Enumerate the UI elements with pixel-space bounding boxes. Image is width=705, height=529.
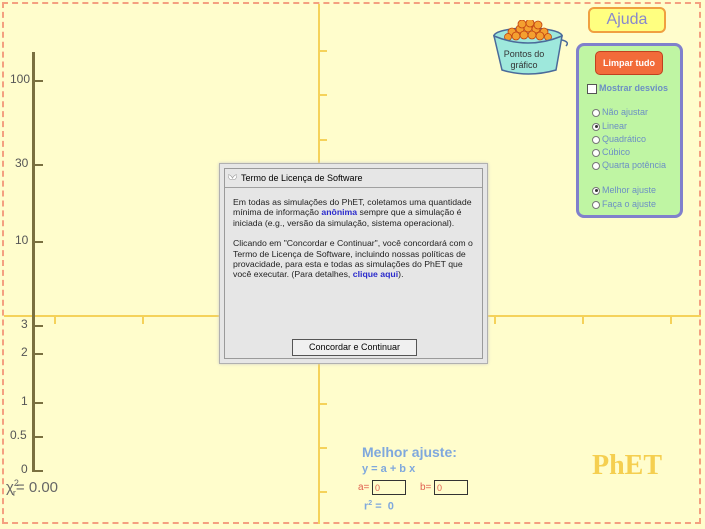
agree-continue-button[interactable]: Concordar e Continuar bbox=[292, 339, 417, 356]
y-tick bbox=[320, 403, 327, 405]
chi-tick bbox=[35, 402, 43, 404]
radio-icon[interactable] bbox=[592, 122, 600, 131]
anonymous-link[interactable]: anônima bbox=[321, 207, 357, 217]
y-tick bbox=[320, 491, 327, 493]
chi-square-readout: χ2r= 0.00 bbox=[6, 478, 58, 498]
chi-tick-label: 3 bbox=[21, 317, 28, 331]
phet-logo[interactable]: PhET bbox=[592, 450, 662, 482]
license-dialog: Termo de Licença de Software Em todas as… bbox=[219, 163, 488, 364]
chi-tick-label: 30 bbox=[15, 156, 29, 170]
dialog-body: Em todas as simulações do PhET, coletamo… bbox=[225, 188, 482, 280]
checkbox-box[interactable] bbox=[587, 83, 597, 94]
phet-butterfly-icon bbox=[228, 174, 237, 180]
coef-b-field[interactable]: 0 bbox=[434, 480, 468, 495]
reset-all-button[interactable]: Limpar tudo bbox=[595, 51, 663, 75]
radio-linear[interactable]: Linear bbox=[592, 121, 627, 131]
coef-a-label: a= bbox=[358, 482, 370, 493]
chi-tick bbox=[35, 470, 43, 472]
radio-label: Faça o ajuste bbox=[602, 199, 657, 209]
show-residuals-checkbox[interactable]: Mostrar desvios bbox=[587, 83, 668, 94]
radio-icon[interactable] bbox=[592, 186, 600, 195]
chi-tick-label: 1 bbox=[21, 394, 28, 408]
dialog-paragraph: Clicando em "Concordar e Continuar", voc… bbox=[233, 238, 476, 280]
chi-tick-label: 0.5 bbox=[10, 428, 27, 442]
coef-a-field[interactable]: 0 bbox=[372, 480, 406, 495]
radio-quartic[interactable]: Quarta potência bbox=[592, 160, 666, 170]
chi-value: = 0.00 bbox=[15, 479, 59, 496]
fit-equation: y = a + b x bbox=[362, 463, 416, 475]
chi-square-meter bbox=[32, 52, 35, 472]
chi-tick bbox=[35, 436, 43, 438]
radio-icon[interactable] bbox=[592, 148, 600, 157]
dialog-title-bar: Termo de Licença de Software bbox=[225, 169, 482, 188]
chi-tick bbox=[35, 241, 43, 243]
chi-tick-label: 10 bbox=[15, 233, 29, 247]
radio-label: Não ajustar bbox=[602, 107, 649, 117]
x-tick bbox=[582, 317, 584, 324]
fit-info-title: Melhor ajuste: bbox=[362, 444, 457, 460]
click-here-link[interactable]: clique aqui bbox=[353, 269, 398, 279]
x-tick bbox=[494, 317, 496, 324]
radio-label: Quadrático bbox=[602, 134, 647, 144]
chi-tick-label: 2 bbox=[21, 345, 28, 359]
radio-label: Quarta potência bbox=[602, 160, 667, 170]
chi-tick bbox=[35, 80, 43, 82]
radio-icon[interactable] bbox=[592, 161, 600, 170]
radio-icon[interactable] bbox=[592, 108, 600, 117]
bucket-label: Pontos do gráfico bbox=[503, 49, 545, 70]
chi-tick bbox=[35, 325, 43, 327]
help-button[interactable]: Ajuda bbox=[588, 7, 666, 33]
radio-label: Melhor ajuste bbox=[602, 185, 657, 195]
dialog-paragraph: Em todas as simulações do PhET, coletamo… bbox=[233, 197, 476, 228]
x-tick bbox=[142, 317, 144, 324]
chi-tick bbox=[35, 353, 43, 355]
dialog-text: ). bbox=[398, 269, 404, 280]
coef-b-label: b= bbox=[420, 482, 432, 493]
radio-cubic[interactable]: Cúbico bbox=[592, 147, 630, 157]
r-squared-readout: r2 = 0 bbox=[364, 500, 394, 513]
chi-tick-label: 0 bbox=[21, 462, 28, 476]
y-tick bbox=[320, 447, 327, 449]
radio-quadratic[interactable]: Quadrático bbox=[592, 134, 646, 144]
radio-label: Linear bbox=[602, 121, 628, 131]
radio-label: Cúbico bbox=[602, 147, 631, 157]
dialog-content: Termo de Licença de Software Em todas as… bbox=[224, 168, 483, 359]
radio-icon[interactable] bbox=[592, 135, 600, 144]
chi-tick-label: 100 bbox=[10, 72, 31, 86]
radio-adjustable-fit[interactable]: Faça o ajuste bbox=[592, 199, 656, 209]
radio-no-fit[interactable]: Não ajustar bbox=[592, 107, 648, 117]
chi-tick bbox=[35, 164, 43, 166]
x-tick bbox=[670, 317, 672, 324]
y-tick bbox=[320, 139, 327, 141]
y-tick bbox=[320, 94, 327, 96]
r2-value: = 0 bbox=[372, 500, 394, 513]
x-tick bbox=[54, 317, 56, 324]
radio-icon[interactable] bbox=[592, 200, 600, 209]
y-tick bbox=[320, 50, 327, 52]
dialog-title: Termo de Licença de Software bbox=[241, 173, 363, 183]
show-residuals-label: Mostrar desvios bbox=[599, 83, 669, 93]
radio-best-fit[interactable]: Melhor ajuste bbox=[592, 185, 656, 195]
